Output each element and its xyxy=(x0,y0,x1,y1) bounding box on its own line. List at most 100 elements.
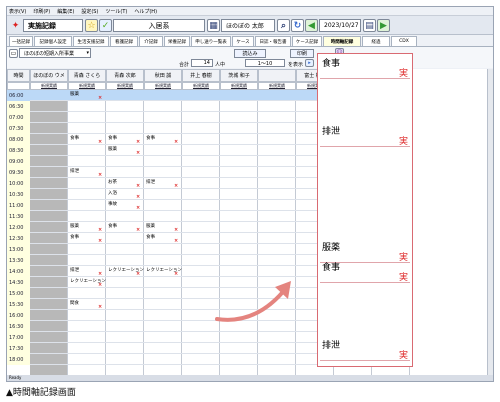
record-entry[interactable]: 間食 xyxy=(70,300,79,306)
folder-icon[interactable]: ▭ xyxy=(9,49,18,58)
tab-0[interactable]: 一括記録 xyxy=(9,36,33,46)
delete-mark-icon[interactable]: × xyxy=(174,238,178,244)
time-label: 17:00 xyxy=(7,332,30,343)
print-button[interactable]: 印刷 xyxy=(290,49,314,58)
record-entry[interactable]: 食事 xyxy=(108,135,117,141)
new-record-link[interactable]: 新規実績 xyxy=(182,82,220,90)
delete-mark-icon[interactable]: × xyxy=(174,139,178,145)
record-entry[interactable]: 事故 xyxy=(108,201,117,207)
resident-header[interactable]: 茨城 和子 xyxy=(220,69,258,82)
section-select[interactable]: 入居系 xyxy=(113,19,205,32)
delete-mark-icon[interactable]: × xyxy=(174,183,178,189)
delete-mark-icon[interactable]: × xyxy=(136,139,140,145)
resident-header[interactable]: 青森 さくら xyxy=(68,69,106,82)
new-record-link[interactable]: 新規実績 xyxy=(68,82,106,90)
delete-mark-icon[interactable]: × xyxy=(174,227,178,233)
new-record-link[interactable]: 新規実績 xyxy=(106,82,144,90)
record-entry[interactable]: 食事 xyxy=(146,135,155,141)
resident-header[interactable] xyxy=(258,69,296,82)
record-entry[interactable]: 排泄 xyxy=(146,179,155,185)
star-icon[interactable]: ☆ xyxy=(85,19,98,32)
menu-tools[interactable]: ツール(T) xyxy=(105,8,127,15)
range-field[interactable]: 1〜10 xyxy=(245,59,285,67)
date-field[interactable]: 2023/10/27 xyxy=(319,19,361,32)
prev-date-icon[interactable]: ◀ xyxy=(305,19,318,32)
delete-mark-icon[interactable]: × xyxy=(136,271,140,277)
popup-record-label[interactable]: 服薬 xyxy=(322,240,340,253)
check-icon[interactable]: ✓ xyxy=(99,19,112,32)
time-label: 08:00 xyxy=(7,134,30,145)
calendar-icon[interactable]: ▤ xyxy=(363,19,376,32)
resident-header[interactable]: ほのぼの ウメ xyxy=(30,69,68,82)
count-field[interactable]: 14 xyxy=(191,59,213,67)
delete-mark-icon[interactable]: × xyxy=(136,227,140,233)
group-select[interactable]: ほのぼの短期入所事業 ▾ xyxy=(19,48,91,58)
delete-mark-icon[interactable]: × xyxy=(98,271,102,277)
resident-header[interactable]: 秋田 誠 xyxy=(144,69,182,82)
delete-mark-icon[interactable]: × xyxy=(98,238,102,244)
menu-help[interactable]: ヘルプ(H) xyxy=(134,8,157,15)
menu-print[interactable]: 印刷(P) xyxy=(33,8,50,15)
popup-record-label[interactable]: 排泄 xyxy=(322,338,340,351)
new-record-link[interactable]: 新規実績 xyxy=(220,82,258,90)
record-entry[interactable]: 食事 xyxy=(146,234,155,240)
resident-header[interactable]: 井上 春樹 xyxy=(182,69,220,82)
refresh-icon[interactable]: ↻ xyxy=(291,19,304,32)
record-entry[interactable]: お茶 xyxy=(108,179,117,185)
tab-12[interactable]: CDX xyxy=(391,36,417,46)
record-entry[interactable]: 食事 xyxy=(70,234,79,240)
menu-edit[interactable]: 編集(E) xyxy=(57,8,74,15)
delete-mark-icon[interactable]: × xyxy=(136,194,140,200)
popup-divider xyxy=(320,360,410,361)
popup-record-label[interactable]: 食事 xyxy=(322,56,340,69)
tab-8[interactable]: 日誌・報告書 xyxy=(255,36,291,46)
menu-view[interactable]: 表示(V) xyxy=(9,8,26,15)
new-record-link[interactable]: 新規実績 xyxy=(258,82,296,90)
record-entry[interactable]: 服薬 xyxy=(70,91,79,97)
record-entry[interactable]: 服薬 xyxy=(108,146,117,152)
tab-9[interactable]: ケース記録 xyxy=(292,36,322,46)
delete-mark-icon[interactable]: × xyxy=(98,227,102,233)
delete-mark-icon[interactable]: × xyxy=(174,271,178,277)
tab-10[interactable]: 時間軸記録 xyxy=(323,36,361,46)
maple-leaf-icon[interactable]: ✦ xyxy=(9,19,22,32)
delete-mark-icon[interactable]: × xyxy=(98,172,102,178)
record-entry[interactable]: 入浴 xyxy=(108,190,117,196)
record-entry[interactable]: 排泄 xyxy=(70,168,79,174)
tab-1[interactable]: 記録個人設定 xyxy=(34,36,72,46)
reload-button[interactable]: 読込み xyxy=(234,49,266,58)
menu-settings[interactable]: 設定(S) xyxy=(81,8,98,15)
delete-mark-icon[interactable]: × xyxy=(98,304,102,310)
delete-mark-icon[interactable]: × xyxy=(98,139,102,145)
popup-record-label[interactable]: 排泄 xyxy=(322,124,340,137)
building-icon[interactable]: ▦ xyxy=(207,19,220,32)
delete-mark-icon[interactable]: × xyxy=(98,282,102,288)
delete-mark-icon[interactable]: × xyxy=(136,150,140,156)
next-date-icon[interactable]: ▶ xyxy=(377,19,390,32)
display-icon[interactable]: ▸ xyxy=(305,59,314,67)
search-icon[interactable]: ⌕ xyxy=(277,19,290,32)
tab-4[interactable]: 介記録 xyxy=(139,36,163,46)
delete-mark-icon[interactable]: × xyxy=(136,205,140,211)
tab-3[interactable]: 看護記録 xyxy=(110,36,138,46)
delete-mark-icon[interactable]: × xyxy=(136,183,140,189)
tab-5[interactable]: 栄養記録 xyxy=(164,36,190,46)
mode-select[interactable]: 実施記録 xyxy=(23,19,83,32)
record-entry[interactable]: 食事 xyxy=(108,223,117,229)
record-entry[interactable]: 食事 xyxy=(70,135,79,141)
user-select[interactable]: ほのぼの 太郎 xyxy=(221,19,275,32)
new-record-link[interactable]: 新規実績 xyxy=(30,82,68,90)
tab-7[interactable]: ケース xyxy=(232,36,254,46)
new-record-link[interactable]: 新規実績 xyxy=(144,82,182,90)
record-entry[interactable]: 排泄 xyxy=(70,267,79,273)
time-label: 12:00 xyxy=(7,222,30,233)
record-entry[interactable]: 服薬 xyxy=(70,223,79,229)
vertical-scrollbar[interactable] xyxy=(487,69,493,375)
tab-6[interactable]: 申し送り一覧表 xyxy=(191,36,231,46)
resident-header[interactable]: 青森 次郎 xyxy=(106,69,144,82)
tab-2[interactable]: 生活支援記録 xyxy=(73,36,109,46)
delete-mark-icon[interactable]: × xyxy=(98,95,102,101)
tab-11[interactable]: 経過 xyxy=(362,36,390,46)
record-entry[interactable]: 服薬 xyxy=(146,223,155,229)
popup-record-label[interactable]: 食事 xyxy=(322,260,340,273)
